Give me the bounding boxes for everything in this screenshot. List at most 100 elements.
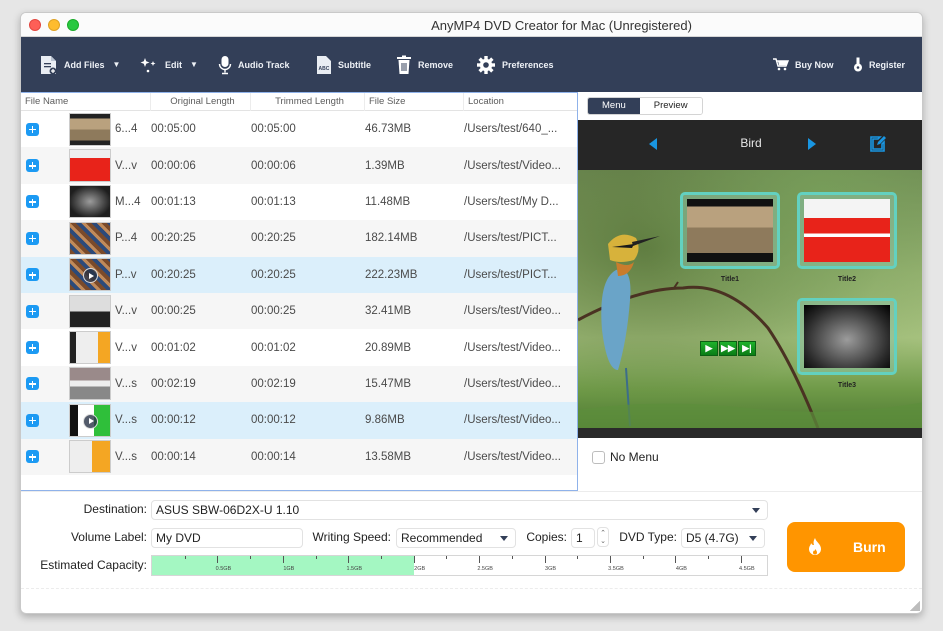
audio-track-button[interactable]: Audio Track bbox=[218, 37, 290, 92]
title-card-3[interactable] bbox=[797, 298, 897, 375]
edit-button[interactable]: Edit ▼ bbox=[139, 37, 198, 92]
column-header-location[interactable]: Location bbox=[464, 93, 577, 111]
edit-label: Edit bbox=[165, 59, 182, 70]
video-thumbnail[interactable] bbox=[69, 367, 111, 401]
file-size: 32.41MB bbox=[365, 305, 412, 318]
title-card-3-label: Title3 bbox=[837, 382, 857, 389]
add-chapter-icon[interactable] bbox=[26, 122, 39, 136]
add-chapter-icon[interactable] bbox=[26, 450, 39, 464]
file-rows: 6...4 00:05:00 00:05:00 46.73MB/Users/test/… bbox=[21, 111, 577, 475]
trimmed-length: 00:20:25 bbox=[251, 268, 296, 281]
title-card-2[interactable] bbox=[797, 192, 897, 269]
column-header-original-length[interactable]: Original Length bbox=[151, 92, 251, 111]
preferences-button[interactable]: Preferences bbox=[476, 37, 554, 92]
video-thumbnail[interactable] bbox=[69, 403, 111, 437]
destination-value: ASUS SBW-06D2X-U 1.10 bbox=[156, 503, 300, 517]
remove-button[interactable]: Remove bbox=[396, 37, 453, 92]
capacity-tick-label: 2GB bbox=[414, 566, 426, 572]
copies-stepper[interactable]: ⌃ ⌄ bbox=[597, 527, 609, 547]
original-length: 00:20:25 bbox=[151, 268, 196, 281]
add-chapter-icon[interactable] bbox=[26, 413, 39, 427]
app-window: AnyMP4 DVD Creator for Mac (Unregistered… bbox=[20, 12, 923, 614]
preview-bottom-bar bbox=[578, 428, 922, 438]
sparkle-edit-icon bbox=[140, 57, 156, 72]
file-row[interactable]: 6...4 00:05:00 00:05:00 46.73MB/Users/test/… bbox=[21, 111, 577, 147]
tab-menu[interactable]: Menu bbox=[588, 98, 640, 114]
original-length: 00:00:12 bbox=[151, 414, 196, 427]
video-thumbnail[interactable] bbox=[69, 331, 111, 365]
add-files-button[interactable]: Add Files ▼ bbox=[40, 37, 120, 92]
volume-label-input[interactable]: My DVD bbox=[151, 528, 303, 548]
tab-preview[interactable]: Preview bbox=[639, 98, 702, 114]
add-chapter-icon[interactable] bbox=[26, 159, 39, 173]
file-row[interactable]: V...s 00:00:12 00:00:12 9.86MB/Users/test/V… bbox=[21, 402, 577, 439]
destination-select[interactable]: ASUS SBW-06D2X-U 1.10 bbox=[151, 500, 768, 520]
window-title: AnyMP4 DVD Creator for Mac (Unregistered… bbox=[431, 18, 692, 33]
gear-icon bbox=[477, 55, 495, 74]
add-chapter-icon[interactable] bbox=[26, 268, 39, 282]
video-thumbnail[interactable] bbox=[69, 440, 111, 474]
capacity-tick bbox=[380, 556, 382, 559]
file-row[interactable]: V...s 00:00:14 00:00:14 13.58MB/Users/test/… bbox=[21, 438, 577, 475]
skip-next-icon[interactable]: ▶| bbox=[738, 341, 756, 356]
file-location: /Users/test/Video... bbox=[464, 341, 561, 354]
file-name: M...4 bbox=[115, 195, 141, 208]
dvd-type-select[interactable]: D5 (4.7G) bbox=[681, 528, 765, 548]
capacity-tick-label: 3.5GB bbox=[608, 566, 624, 572]
file-row[interactable]: P...4 00:20:25 00:20:25 182.14MB/Users/test… bbox=[21, 220, 577, 257]
add-chapter-icon[interactable] bbox=[26, 341, 39, 355]
burn-button[interactable]: Burn bbox=[787, 522, 905, 572]
column-header-trimmed-length[interactable]: Trimmed Length bbox=[251, 92, 365, 111]
capacity-tick bbox=[642, 556, 644, 559]
trimmed-length: 00:20:25 bbox=[251, 232, 296, 245]
add-chapter-icon[interactable] bbox=[26, 377, 39, 391]
dvd-type-label: DVD Type: bbox=[619, 530, 677, 544]
column-header-file-name[interactable]: File Name bbox=[21, 92, 151, 111]
no-menu-option[interactable]: No Menu bbox=[592, 450, 659, 464]
file-row[interactable]: M...4 00:01:13 00:01:13 11.48MB/Users/test/… bbox=[21, 184, 577, 220]
add-chapter-icon[interactable] bbox=[26, 231, 39, 245]
register-button[interactable]: Register bbox=[853, 37, 905, 92]
file-row[interactable]: V...v 00:01:02 00:01:02 20.89MB/Users/test/… bbox=[21, 329, 577, 365]
title-card-1[interactable] bbox=[680, 192, 780, 269]
play-icon[interactable]: ▶ bbox=[700, 341, 718, 356]
resize-handle[interactable] bbox=[910, 601, 920, 611]
video-thumbnail[interactable] bbox=[69, 112, 111, 146]
subtitle-button[interactable]: ABC Subtitle bbox=[316, 37, 371, 92]
video-thumbnail[interactable] bbox=[69, 294, 111, 328]
copies-input[interactable]: 1 bbox=[571, 528, 595, 548]
buy-now-button[interactable]: Buy Now bbox=[773, 37, 834, 92]
video-thumbnail[interactable] bbox=[69, 185, 111, 219]
volume-label-label: Volume Label: bbox=[70, 530, 147, 544]
key-icon bbox=[854, 57, 862, 72]
fast-forward-icon[interactable]: ▶▶ bbox=[719, 341, 737, 356]
edit-template-icon[interactable] bbox=[869, 135, 887, 153]
video-thumbnail[interactable] bbox=[69, 149, 111, 183]
file-size: 46.73MB bbox=[365, 123, 412, 136]
column-header-file-size[interactable]: File Size bbox=[365, 92, 464, 111]
file-location: /Users/test/Video... bbox=[464, 159, 561, 172]
file-row[interactable]: V...v 00:00:06 00:00:06 1.39MB/Users/test/V… bbox=[21, 147, 577, 184]
menu-panel: Menu Preview Bird Title1 Title2 Title3 ▶… bbox=[578, 92, 922, 491]
add-files-label: Add Files bbox=[64, 59, 105, 70]
chevron-down-icon: ▼ bbox=[112, 60, 121, 69]
no-menu-label: No Menu bbox=[610, 450, 659, 464]
file-row[interactable]: V...v 00:00:25 00:00:25 32.41MB/Users/test/… bbox=[21, 292, 577, 330]
chevron-down-icon bbox=[500, 536, 508, 541]
video-thumbnail[interactable] bbox=[69, 221, 111, 255]
writing-speed-select[interactable]: Recommended bbox=[396, 528, 516, 548]
file-row[interactable]: V...s 00:02:19 00:02:19 15.47MB/Users/test/… bbox=[21, 365, 577, 403]
next-template-icon[interactable] bbox=[808, 138, 816, 150]
trimmed-length: 00:00:25 bbox=[251, 305, 296, 318]
play-icon[interactable] bbox=[83, 268, 98, 284]
file-name: V...v bbox=[115, 159, 137, 172]
file-name: P...v bbox=[115, 268, 137, 281]
add-chapter-icon[interactable] bbox=[26, 304, 39, 318]
add-chapter-icon[interactable] bbox=[26, 195, 39, 209]
no-menu-checkbox[interactable] bbox=[592, 450, 605, 464]
file-row[interactable]: P...v 00:20:25 00:20:25 222.23MB/Users/test… bbox=[21, 256, 577, 293]
video-thumbnail[interactable] bbox=[69, 258, 111, 292]
play-icon[interactable] bbox=[83, 413, 98, 429]
file-location: /Users/test/Video... bbox=[464, 305, 561, 318]
dvd-type-value: D5 (4.7G) bbox=[686, 531, 739, 545]
